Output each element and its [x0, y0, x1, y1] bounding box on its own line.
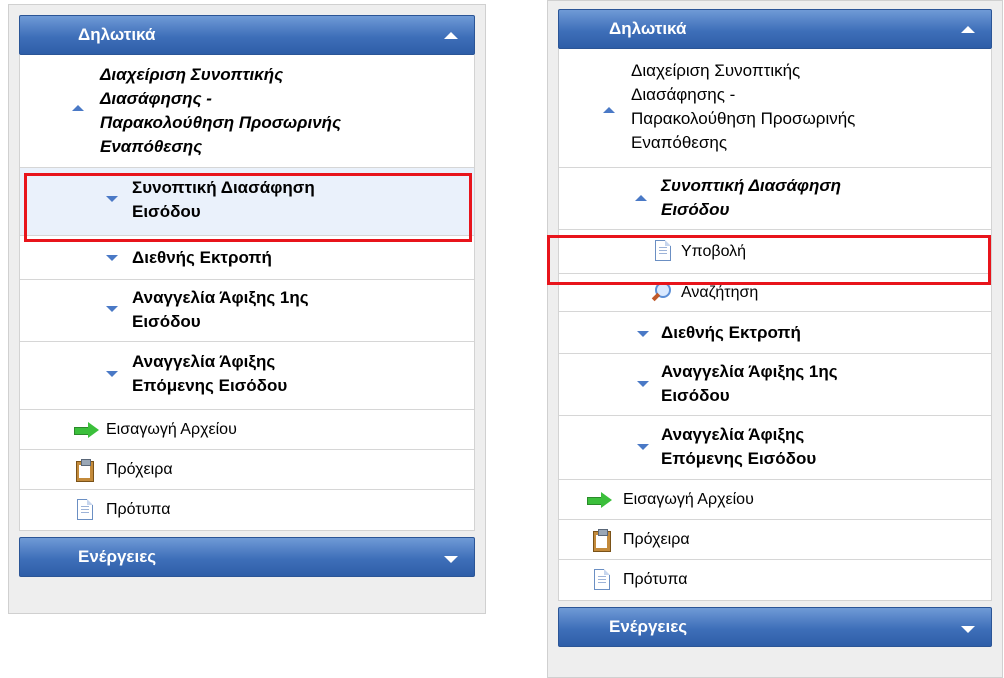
chevron-down-icon [106, 306, 118, 312]
menu-header-label: Δηλωτικά [609, 19, 687, 38]
menu-item-label: Επόμενης Εισόδου [661, 449, 817, 468]
section-line: Παρακολούθηση Προσωρινής [631, 109, 856, 128]
menu-item-label: Διεθνής Εκτροπή [661, 323, 801, 342]
section-line: Διασάφησης - [631, 85, 736, 104]
menu-item-label: Πρόχειρα [623, 531, 690, 548]
section-line: Εναπόθεσης [100, 137, 203, 156]
menu-item-drafts[interactable]: Πρόχειρα [559, 520, 991, 560]
menu-item-first-arrival[interactable]: Αναγγελία Άφιξης 1ης Εισόδου [20, 280, 474, 342]
menu-header-manifests[interactable]: Δηλωτικά [558, 9, 992, 49]
menu-header-actions[interactable]: Ενέργειες [19, 537, 475, 577]
menu-item-next-arrival[interactable]: Αναγγελία Άφιξης Επόμενης Εισόδου [559, 416, 991, 480]
chevron-up-icon [635, 195, 647, 201]
menu-item-label: Επόμενης Εισόδου [132, 376, 288, 395]
menu-item-templates[interactable]: Πρότυπα [559, 560, 991, 600]
menu-item-label: Αναγγελία Άφιξης 1ης [132, 288, 309, 307]
menu-header-label: Δηλωτικά [78, 25, 156, 44]
menu-item-drafts[interactable]: Πρόχειρα [20, 450, 474, 490]
menu-item-label: Συνοπτική Διασάφηση [661, 176, 842, 195]
green-arrow-icon [74, 422, 100, 438]
menu-item-label: Αναγγελία Άφιξης [132, 352, 276, 371]
section-line: Εναπόθεσης [631, 133, 728, 152]
menu-item-label: Εισόδου [661, 200, 730, 219]
right-navigation-panel: Δηλωτικά Διαχείριση Συνοπτικής Διασάφηση… [547, 0, 1003, 678]
magnifier-icon [651, 282, 673, 304]
menu-item-label: Διεθνής Εκτροπή [132, 248, 272, 267]
menu-section-summary-declaration[interactable]: Διαχείριση Συνοπτικής Διασάφησης - Παρακ… [20, 55, 474, 168]
expand-arrow-icon[interactable] [961, 626, 975, 633]
chevron-down-icon [637, 381, 649, 387]
menu-item-label: Εισόδου [132, 312, 201, 331]
section-line: Παρακολούθηση Προσωρινής [100, 113, 342, 132]
menu-section-summary-declaration[interactable]: Διαχείριση Συνοπτικής Διασάφησης - Παρακ… [559, 49, 991, 168]
menu-header-label: Ενέργειες [609, 617, 688, 636]
menu-item-first-arrival[interactable]: Αναγγελία Άφιξης 1ης Εισόδου [559, 354, 991, 416]
menu-item-templates[interactable]: Πρότυπα [20, 490, 474, 530]
section-line: Διασάφησης - [100, 89, 212, 108]
menu-item-label: Αναγγελία Άφιξης [661, 425, 805, 444]
menu-item-entry-summary-declaration[interactable]: Συνοπτική Διασάφηση Εισόδου [559, 168, 991, 230]
clipboard-icon [593, 529, 611, 552]
chevron-down-icon [106, 371, 118, 377]
menu-header-label: Ενέργειες [78, 547, 157, 566]
menu-item-label: Εισόδου [661, 386, 730, 405]
menu-item-next-arrival[interactable]: Αναγγελία Άφιξης Επόμενης Εισόδου [20, 342, 474, 410]
menu-item-label: Αναγγελία Άφιξης 1ης [661, 362, 838, 381]
menu-item-label: Πρότυπα [106, 501, 171, 518]
chevron-up-icon [603, 107, 615, 113]
menu-header-actions[interactable]: Ενέργειες [558, 607, 992, 647]
menu-item-import-file[interactable]: Εισαγωγή Αρχείου [559, 480, 991, 520]
chevron-down-icon [106, 255, 118, 261]
green-arrow-icon [587, 492, 613, 508]
menu-list: Διαχείριση Συνοπτικής Διασάφησης - Παρακ… [558, 49, 992, 601]
menu-item-label: Εισαγωγή Αρχείου [106, 421, 237, 438]
menu-list: Διαχείριση Συνοπτικής Διασάφησης - Παρακ… [19, 55, 475, 531]
chevron-down-icon [637, 331, 649, 337]
collapse-arrow-icon[interactable] [444, 32, 458, 39]
menu-item-import-file[interactable]: Εισαγωγή Αρχείου [20, 410, 474, 450]
highlight-box [547, 235, 991, 285]
clipboard-icon [76, 459, 94, 482]
menu-item-international-diversion[interactable]: Διεθνής Εκτροπή [20, 236, 474, 280]
menu-header-manifests[interactable]: Δηλωτικά [19, 15, 475, 55]
left-navigation-panel: Δηλωτικά Διαχείριση Συνοπτικής Διασάφηση… [8, 4, 486, 614]
highlight-box [24, 173, 472, 242]
expand-arrow-icon[interactable] [444, 556, 458, 563]
collapse-arrow-icon[interactable] [961, 26, 975, 33]
document-icon [594, 569, 610, 590]
menu-item-label: Εισαγωγή Αρχείου [623, 491, 754, 508]
chevron-down-icon [637, 444, 649, 450]
menu-item-label: Πρότυπα [623, 571, 688, 588]
document-icon [77, 499, 93, 520]
section-line: Διαχείριση Συνοπτικής [100, 65, 284, 84]
menu-item-label: Πρόχειρα [106, 461, 173, 478]
menu-item-international-diversion[interactable]: Διεθνής Εκτροπή [559, 312, 991, 354]
section-line: Διαχείριση Συνοπτικής [631, 61, 801, 80]
chevron-up-icon [72, 105, 84, 111]
